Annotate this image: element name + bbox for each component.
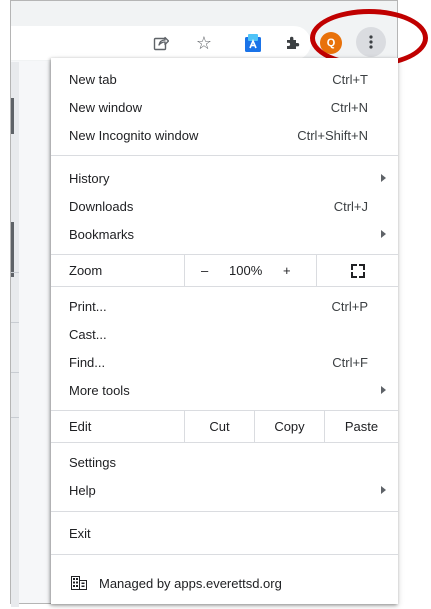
menu-label: Print... — [69, 298, 107, 314]
menu-label: Find... — [69, 354, 106, 370]
zoom-level: 100% — [229, 263, 263, 278]
paste-button[interactable]: Paste — [324, 411, 398, 442]
star-icon[interactable]: ☆ — [191, 30, 217, 56]
menu-label: Help — [69, 482, 96, 498]
menu-label: New tab — [69, 71, 117, 87]
managed-by-footer[interactable]: Managed by apps.everettsd.org — [51, 561, 398, 605]
page-edge — [11, 62, 19, 607]
fullscreen-button[interactable] — [316, 255, 398, 286]
submenu-arrow-icon — [381, 486, 386, 494]
zoom-out-button[interactable]: – — [201, 263, 208, 278]
menu-label: Bookmarks — [69, 226, 135, 242]
menu-label: More tools — [69, 382, 130, 398]
copy-label: Copy — [274, 419, 305, 434]
menu-shortcut: Ctrl+T — [332, 71, 368, 87]
menu-label: New Incognito window — [69, 127, 199, 143]
puzzle-icon[interactable] — [280, 30, 306, 56]
zoom-row: Zoom – 100% + — [51, 254, 398, 287]
menu-label: Settings — [69, 454, 116, 470]
menu-separator — [51, 511, 398, 512]
menu-item-more-tools[interactable]: More tools — [51, 376, 398, 404]
menu-shortcut: Ctrl+P — [331, 298, 368, 314]
zoom-label: Zoom — [69, 263, 103, 278]
menu-item-new-window[interactable]: New window Ctrl+N — [51, 93, 398, 121]
zoom-in-button[interactable]: + — [283, 263, 291, 278]
menu-item-downloads[interactable]: Downloads Ctrl+J — [51, 192, 398, 220]
building-icon — [71, 576, 87, 590]
submenu-arrow-icon — [381, 230, 386, 238]
submenu-arrow-icon — [381, 174, 386, 182]
menu-item-new-tab[interactable]: New tab Ctrl+T — [51, 65, 398, 93]
edit-row: Edit Cut Copy Paste — [51, 410, 398, 443]
menu-shortcut: Ctrl+J — [333, 198, 368, 214]
menu-item-new-incognito[interactable]: New Incognito window Ctrl+Shift+N — [51, 121, 398, 149]
chrome-menu: New tab Ctrl+T New window Ctrl+N New Inc… — [51, 58, 398, 604]
cut-label: Cut — [209, 419, 230, 434]
extension-icon[interactable] — [240, 30, 266, 56]
share-icon[interactable] — [148, 30, 174, 56]
menu-shortcut: Ctrl+Shift+N — [297, 127, 368, 143]
menu-item-find[interactable]: Find... Ctrl+F — [51, 348, 398, 376]
menu-item-bookmarks[interactable]: Bookmarks — [51, 220, 398, 248]
menu-label: Downloads — [69, 198, 134, 214]
menu-item-print[interactable]: Print... Ctrl+P — [51, 292, 398, 320]
submenu-arrow-icon — [381, 386, 386, 394]
fullscreen-icon — [350, 263, 365, 278]
copy-button[interactable]: Copy — [254, 411, 324, 442]
menu-label: Cast... — [69, 326, 107, 342]
menu-label: New window — [69, 99, 142, 115]
menu-item-cast[interactable]: Cast... — [51, 320, 398, 348]
menu-item-settings[interactable]: Settings — [51, 448, 398, 476]
managed-by-label: Managed by apps.everettsd.org — [99, 575, 282, 591]
cut-button[interactable]: Cut — [184, 411, 254, 442]
menu-label: History — [69, 170, 110, 186]
menu-separator — [51, 554, 398, 555]
menu-label: Exit — [69, 525, 91, 541]
menu-item-exit[interactable]: Exit — [51, 519, 398, 547]
menu-item-help[interactable]: Help — [51, 476, 398, 504]
menu-shortcut: Ctrl+F — [332, 354, 368, 370]
menu-separator — [51, 155, 398, 156]
menu-shortcut: Ctrl+N — [330, 99, 368, 115]
menu-item-history[interactable]: History — [51, 164, 398, 192]
edit-label: Edit — [69, 419, 92, 434]
paste-label: Paste — [344, 419, 379, 434]
